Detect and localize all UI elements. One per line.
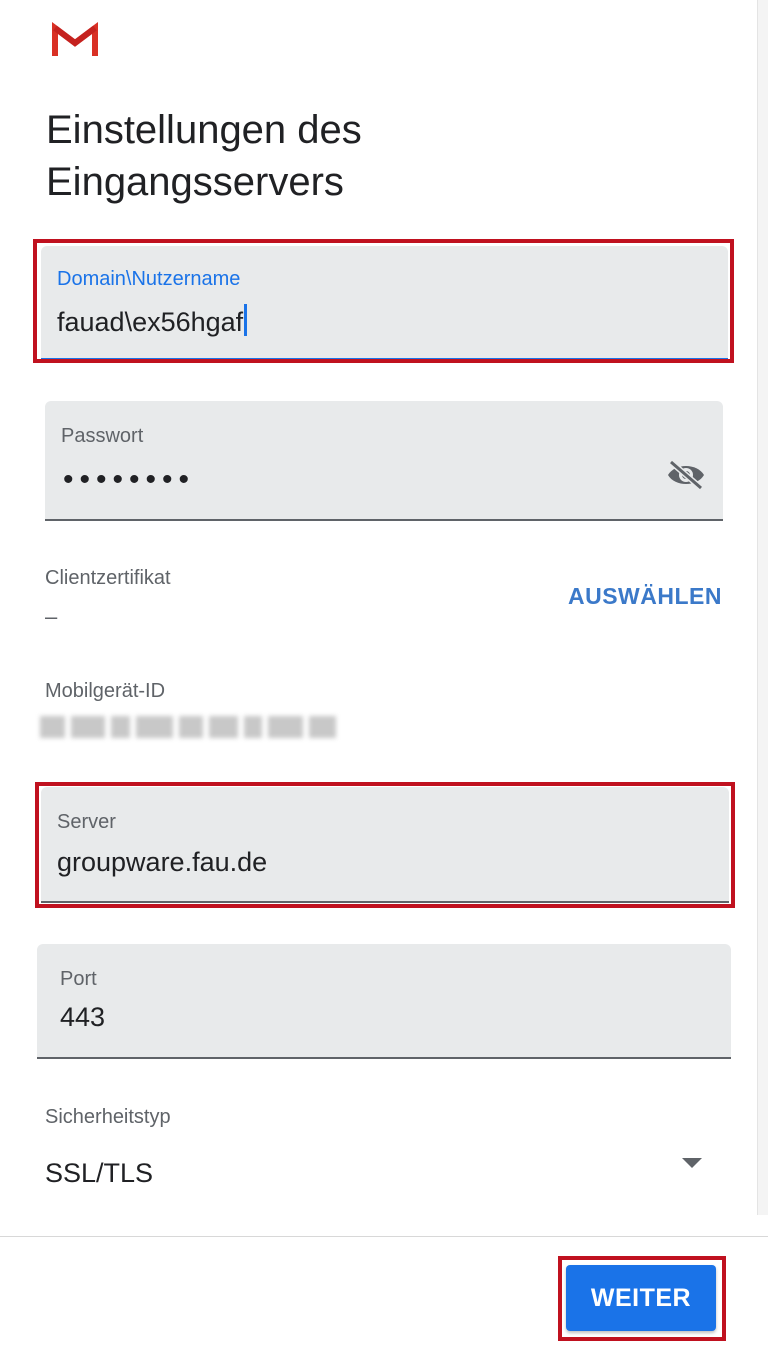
- incoming-server-settings-screen: Einstellungen des Eingangsservers Domain…: [0, 0, 768, 1357]
- server-underline: [41, 901, 729, 903]
- client-certificate-label: Clientzertifikat: [45, 567, 171, 589]
- next-button[interactable]: WEITER: [566, 1265, 716, 1331]
- password-label: Passwort: [61, 425, 144, 447]
- scrollbar[interactable]: [757, 0, 768, 1215]
- security-type-select[interactable]: SSL/TLS: [45, 1158, 153, 1189]
- port-field[interactable]: Port 443: [37, 944, 731, 1059]
- port-input[interactable]: 443: [60, 1002, 105, 1033]
- footer-divider: [0, 1236, 768, 1237]
- server-input[interactable]: groupware.fau.de: [57, 847, 267, 878]
- password-field[interactable]: Passwort ••••••••: [45, 401, 723, 521]
- username-input[interactable]: fauad\ex56hgaf: [57, 304, 248, 338]
- username-label: Domain\Nutzername: [57, 268, 241, 290]
- server-label: Server: [57, 811, 116, 833]
- username-field[interactable]: Domain\Nutzername fauad\ex56hgaf: [41, 246, 728, 360]
- password-input[interactable]: ••••••••: [63, 463, 195, 497]
- client-certificate-value: –: [45, 604, 58, 629]
- username-value: fauad\ex56hgaf: [57, 307, 244, 337]
- username-underline: [41, 358, 728, 360]
- page-title-line-2: Eingangsservers: [46, 160, 344, 204]
- device-id-label: Mobilgerät-ID: [45, 680, 166, 702]
- port-underline: [37, 1057, 731, 1059]
- visibility-off-icon[interactable]: [665, 459, 707, 491]
- dropdown-arrow-icon[interactable]: [682, 1158, 702, 1168]
- select-certificate-button[interactable]: AUSWÄHLEN: [568, 583, 722, 610]
- port-label: Port: [60, 968, 97, 990]
- server-field[interactable]: Server groupware.fau.de: [41, 787, 729, 903]
- security-type-label: Sicherheitstyp: [45, 1106, 171, 1128]
- text-cursor: [244, 304, 248, 336]
- password-underline: [45, 519, 723, 521]
- page-title-line-1: Einstellungen des: [46, 108, 362, 152]
- device-id-value-redacted: [40, 712, 337, 742]
- page-title: Einstellungen des Eingangsservers: [46, 104, 686, 208]
- gmail-logo-icon: [52, 22, 98, 56]
